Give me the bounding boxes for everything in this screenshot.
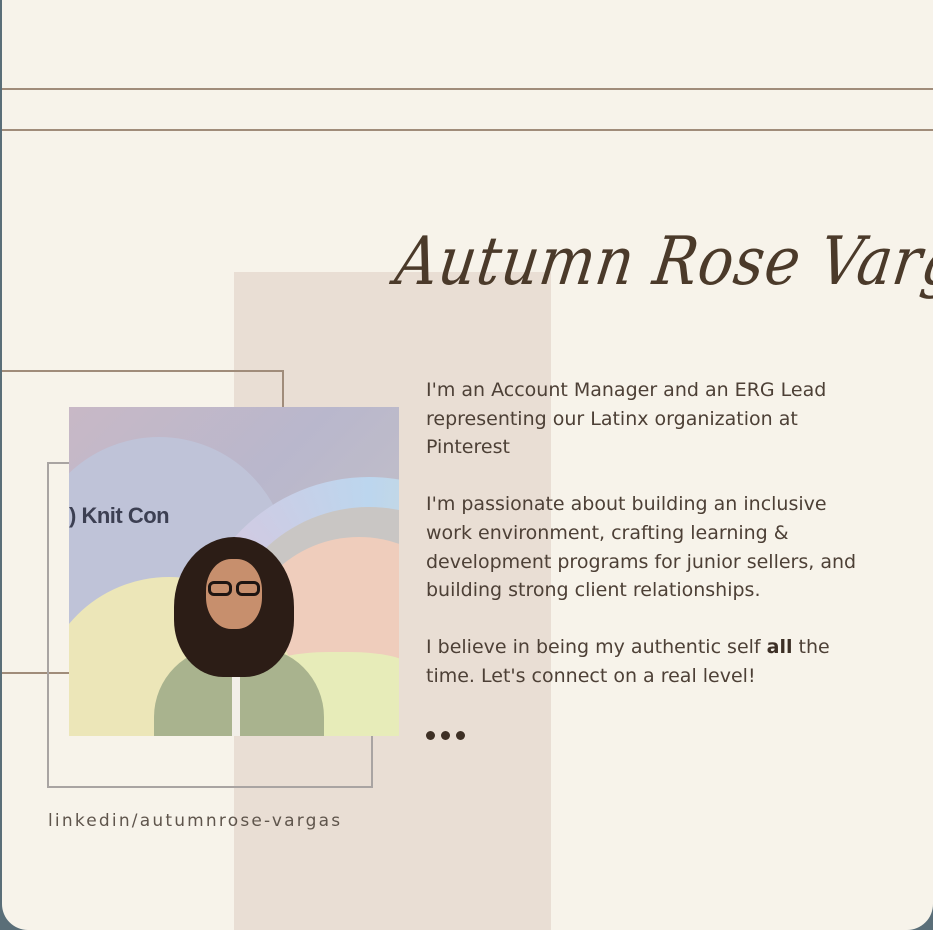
top-divider-line xyxy=(2,88,933,90)
bio-p3-emphasis: all xyxy=(766,636,793,659)
bio-paragraph-1: I'm an Account Manager and an ERG Lead r… xyxy=(426,379,827,459)
bio-paragraph-3: I believe in being my authentic self all… xyxy=(426,633,866,690)
bio-p3-start: I believe in being my authentic self xyxy=(426,636,767,659)
profile-bio: I'm an Account Manager and an ERG Lead r… xyxy=(426,376,866,719)
second-divider-line xyxy=(2,129,933,131)
photo-logo-text: ) Knit Con xyxy=(69,503,170,528)
linkedin-link[interactable]: linkedin/autumnrose-vargas xyxy=(48,811,342,831)
profile-photo: ) Knit Con xyxy=(69,407,399,736)
bio-paragraph-2: I'm passionate about building an inclusi… xyxy=(426,493,857,602)
more-dots-icon[interactable] xyxy=(426,727,471,740)
profile-name: Autumn Rose Vargas xyxy=(391,222,933,301)
profile-card: ) Knit Con Autumn Rose Vargas I'm an Acc… xyxy=(2,0,933,930)
person-figure xyxy=(154,537,324,736)
